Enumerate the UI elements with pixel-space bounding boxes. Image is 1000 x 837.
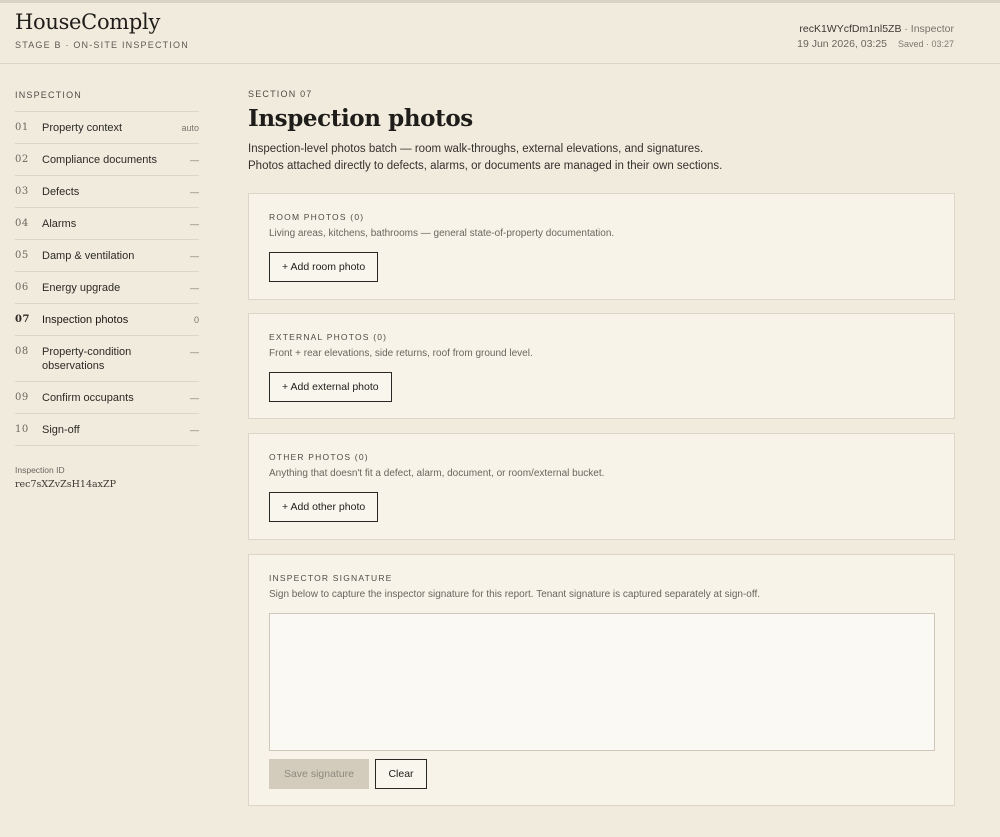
inspection-id-value: rec7sXZvZsH14axZP bbox=[15, 479, 116, 490]
nav-label: Defects bbox=[42, 186, 80, 198]
nav-number: 07 bbox=[15, 314, 30, 325]
room-photos-title: ROOM PHOTOS (0) bbox=[269, 212, 365, 222]
clear-signature-button[interactable]: Clear bbox=[375, 759, 427, 789]
nav-label: Confirm occupants bbox=[42, 392, 134, 404]
role-label: · Inspector bbox=[904, 23, 954, 35]
inspection-id-label: Inspection ID bbox=[15, 465, 65, 475]
nav-number: 06 bbox=[15, 282, 29, 293]
room-photos-description: Living areas, kitchens, bathrooms — gene… bbox=[269, 228, 615, 239]
nav-number: 08 bbox=[15, 346, 29, 357]
nav-number: 05 bbox=[15, 250, 29, 261]
other-photos-title: OTHER PHOTOS (0) bbox=[269, 452, 369, 462]
other-photos-description: Anything that doesn't fit a defect, alar… bbox=[269, 468, 605, 479]
nav-status: — bbox=[190, 283, 199, 293]
nav-number: 09 bbox=[15, 392, 29, 403]
add-other-photo-button[interactable]: + Add other photo bbox=[269, 492, 379, 522]
sidebar: INSPECTION 01 Property context auto 02 C… bbox=[15, 90, 199, 490]
intro-line-2: Photos attached directly to defects, ala… bbox=[248, 160, 723, 172]
brand-logo: HouseComply bbox=[15, 10, 161, 34]
nav-status: — bbox=[190, 393, 199, 403]
nav-item-compliance-documents[interactable]: 02 Compliance documents — bbox=[15, 144, 199, 176]
page-title: Inspection photos bbox=[248, 105, 473, 132]
nav-status: — bbox=[190, 219, 199, 229]
nav-status: — bbox=[190, 155, 199, 165]
nav-label: Alarms bbox=[42, 218, 77, 230]
nav-label: Inspection photos bbox=[42, 314, 129, 326]
nav-label: Property-condition observations bbox=[42, 346, 132, 372]
nav-item-inspection-photos[interactable]: 07 Inspection photos 0 bbox=[15, 304, 199, 336]
main-content: SECTION 07 Inspection photos Inspection-… bbox=[248, 89, 955, 175]
nav-status: — bbox=[190, 187, 199, 197]
nav-status: — bbox=[190, 251, 199, 261]
nav-label: Property context bbox=[42, 122, 123, 134]
add-external-photo-button[interactable]: + Add external photo bbox=[269, 372, 392, 402]
room-photos-card: ROOM PHOTOS (0) Living areas, kitchens, … bbox=[248, 193, 955, 300]
save-signature-button[interactable]: Save signature bbox=[269, 759, 369, 789]
nav-status: auto bbox=[181, 123, 199, 133]
nav-number: 02 bbox=[15, 154, 29, 165]
nav-status: — bbox=[190, 425, 199, 435]
sidebar-heading: INSPECTION bbox=[15, 90, 83, 100]
record-info: recK1WYcfDm1nl5ZB · Inspector bbox=[799, 23, 954, 35]
signature-title: INSPECTOR SIGNATURE bbox=[269, 573, 393, 583]
nav-label: Energy upgrade bbox=[42, 282, 121, 294]
record-id: recK1WYcfDm1nl5ZB bbox=[799, 23, 902, 35]
signature-pad[interactable] bbox=[269, 613, 935, 751]
nav-number: 01 bbox=[15, 122, 29, 133]
timestamp-info: 19 Jun 2026, 03:25 Saved · 03:27 bbox=[797, 38, 954, 50]
nav-label: Sign-off bbox=[42, 424, 80, 436]
inspector-signature-card: INSPECTOR SIGNATURE Sign below to captur… bbox=[248, 554, 955, 806]
nav-item-energy-upgrade[interactable]: 06 Energy upgrade — bbox=[15, 272, 199, 304]
nav-item-property-condition[interactable]: 08 Property-condition observations — bbox=[15, 336, 199, 382]
stage-label: STAGE B · ON-SITE INSPECTION bbox=[15, 40, 189, 50]
intro-line-1: Inspection-level photos batch — room wal… bbox=[248, 143, 704, 155]
nav-number: 04 bbox=[15, 218, 29, 229]
nav-label: Compliance documents bbox=[42, 154, 157, 166]
section-intro: Inspection-level photos batch — room wal… bbox=[248, 141, 955, 175]
external-photos-description: Front + rear elevations, side returns, r… bbox=[269, 348, 533, 359]
nav-status: 0 bbox=[193, 315, 199, 325]
nav-item-defects[interactable]: 03 Defects — bbox=[15, 176, 199, 208]
other-photos-card: OTHER PHOTOS (0) Anything that doesn't f… bbox=[248, 433, 955, 540]
external-photos-title: EXTERNAL PHOTOS (0) bbox=[269, 332, 388, 342]
nav-item-damp-ventilation[interactable]: 05 Damp & ventilation — bbox=[15, 240, 199, 272]
nav-number: 03 bbox=[15, 186, 29, 197]
nav-status: — bbox=[190, 347, 199, 357]
nav-number: 10 bbox=[15, 424, 29, 435]
signature-description: Sign below to capture the inspector sign… bbox=[269, 589, 761, 600]
section-eyebrow: SECTION 07 bbox=[248, 89, 313, 99]
inspection-datetime: 19 Jun 2026, 03:25 bbox=[797, 38, 888, 50]
nav-item-property-context[interactable]: 01 Property context auto bbox=[15, 112, 199, 144]
add-room-photo-button[interactable]: + Add room photo bbox=[269, 252, 379, 282]
nav-label: Damp & ventilation bbox=[42, 250, 135, 262]
external-photos-card: EXTERNAL PHOTOS (0) Front + rear elevati… bbox=[248, 313, 955, 419]
saved-status: Saved · 03:27 bbox=[897, 39, 954, 49]
nav-item-alarms[interactable]: 04 Alarms — bbox=[15, 208, 199, 240]
section-nav: 01 Property context auto 02 Compliance d… bbox=[15, 111, 199, 446]
nav-item-sign-off[interactable]: 10 Sign-off — bbox=[15, 414, 199, 446]
app-header: HouseComply STAGE B · ON-SITE INSPECTION… bbox=[0, 0, 1000, 64]
nav-item-confirm-occupants[interactable]: 09 Confirm occupants — bbox=[15, 382, 199, 414]
